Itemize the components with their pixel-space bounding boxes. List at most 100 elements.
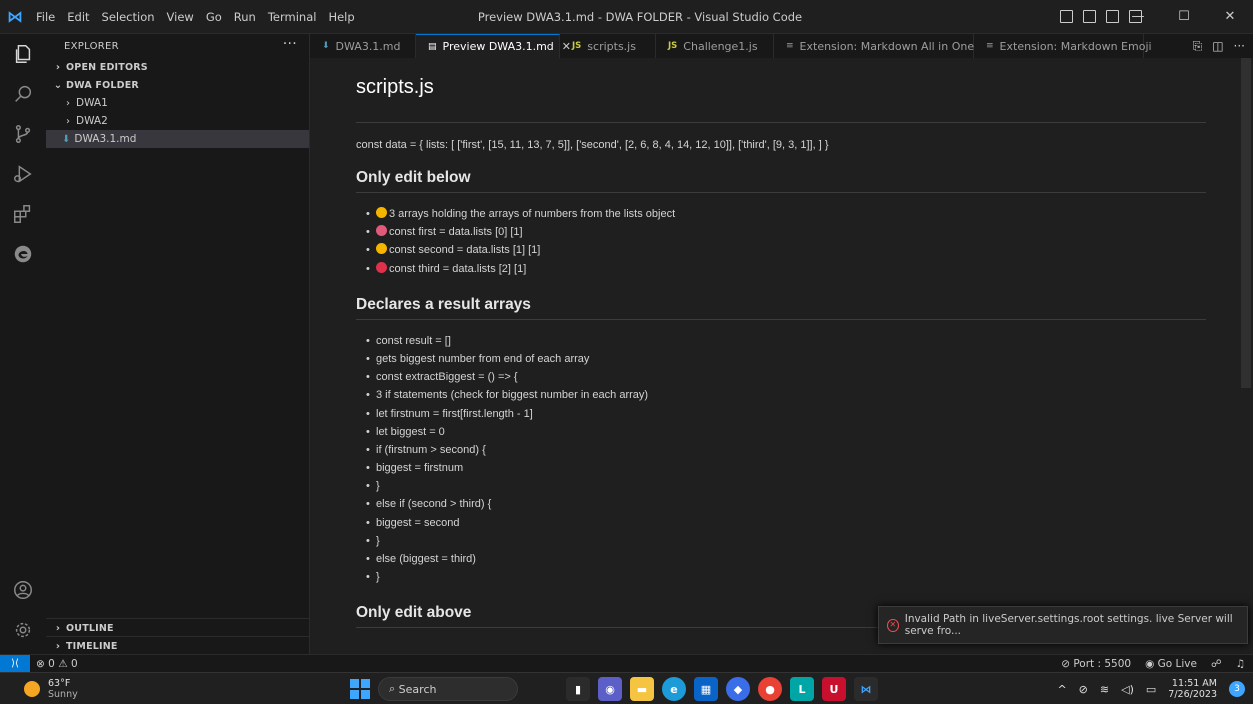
- tab-extension-markdown-emoji[interactable]: ≡ Extension: Markdown Emoji: [974, 34, 1152, 58]
- toggle-panel-icon[interactable]: [1083, 10, 1096, 23]
- menu-bar: File Edit Selection View Go Run Terminal…: [30, 0, 361, 34]
- remote-icon[interactable]: ⟩⟨: [0, 654, 30, 673]
- warning-count-icon: ⚠: [58, 657, 68, 670]
- warning-count: 0: [70, 657, 78, 670]
- volume-icon[interactable]: ◁): [1121, 683, 1134, 696]
- list-item: const second = data.lists [1] [1]: [366, 241, 1206, 259]
- activity-bar: [0, 34, 46, 654]
- go-live-button[interactable]: ◉ Go Live: [1145, 658, 1197, 670]
- tree-item-label: DWA2: [76, 115, 108, 127]
- timeline-section[interactable]: › TIMELINE: [46, 636, 310, 655]
- edge-devtools-icon[interactable]: [0, 234, 46, 274]
- search-label: Search: [398, 682, 437, 696]
- tab-dwa3-md[interactable]: ⬇ DWA3.1.md: [310, 34, 416, 58]
- menu-view[interactable]: View: [161, 0, 200, 34]
- emoji-icon: [376, 261, 387, 273]
- battery-icon[interactable]: ▭: [1146, 683, 1156, 696]
- tab-extension-markdown-all-in-one[interactable]: ≡ Extension: Markdown All in One: [774, 34, 974, 58]
- editor-tabs: ⬇ DWA3.1.md ▤ Preview DWA3.1.md ✕ JS scr…: [310, 34, 1253, 58]
- emoji-icon: [376, 243, 387, 255]
- more-actions-icon[interactable]: ···: [1234, 39, 1245, 53]
- list-item: let firstnum = first[first.length - 1]: [366, 405, 1206, 423]
- error-notification[interactable]: ✕ Invalid Path in liveServer.settings.ro…: [878, 606, 1248, 644]
- menu-go[interactable]: Go: [200, 0, 228, 34]
- open-editors-label: OPEN EDITORS: [66, 61, 148, 73]
- windows-taskbar: 63°F Sunny ⌕ Search ▮ ◉ ▬ e ▦ ◆ ● L U ⋈ …: [0, 672, 1253, 704]
- menu-help[interactable]: Help: [322, 0, 360, 34]
- outline-label: OUTLINE: [66, 622, 114, 634]
- chevron-right-icon: ›: [66, 115, 70, 127]
- list-item: 3 if statements (check for biggest numbe…: [366, 386, 1206, 404]
- open-editors-section[interactable]: › OPEN EDITORS: [46, 58, 309, 76]
- list-item-text: const first = data.lists [0] [1]: [389, 226, 523, 239]
- run-debug-icon[interactable]: [0, 154, 46, 194]
- markdown-file-icon: ⬇: [62, 133, 71, 145]
- notifications-bell-icon[interactable]: ♫: [1236, 658, 1245, 670]
- vscode-taskbar-icon[interactable]: ⋈: [854, 677, 878, 701]
- menu-terminal[interactable]: Terminal: [262, 0, 323, 34]
- tab-label: DWA3.1.md: [335, 39, 401, 53]
- chevron-up-icon[interactable]: ^: [1057, 683, 1066, 696]
- explorer-sidebar: EXPLORER ··· › OPEN EDITORS ⌄ DWA FOLDER…: [46, 34, 310, 654]
- file-explorer-icon[interactable]: ▬: [630, 677, 654, 701]
- app-icon[interactable]: ◆: [726, 677, 750, 701]
- mcafee-icon[interactable]: U: [822, 677, 846, 701]
- l-app-icon[interactable]: L: [790, 677, 814, 701]
- more-actions-icon[interactable]: ···: [283, 36, 297, 52]
- search-icon: ⌕: [389, 682, 399, 695]
- tab-preview-dwa3-md[interactable]: ▤ Preview DWA3.1.md ✕: [416, 34, 571, 58]
- notification-badge[interactable]: 3: [1229, 681, 1245, 697]
- problems-indicator[interactable]: ⊗ 0 ⚠ 0: [36, 658, 78, 670]
- list-result-steps: const result = []gets biggest number fro…: [356, 332, 1206, 587]
- close-window-button[interactable]: ✕: [1207, 0, 1253, 34]
- teams-chat-icon[interactable]: ◉: [598, 677, 622, 701]
- accounts-icon[interactable]: [0, 570, 46, 610]
- wifi-icon[interactable]: ≋: [1100, 683, 1109, 696]
- store-icon[interactable]: ▦: [694, 677, 718, 701]
- tab-scripts-js[interactable]: JS scripts.js: [560, 34, 656, 58]
- taskbar-search[interactable]: ⌕ Search: [378, 677, 518, 701]
- title-bar: ⋈ File Edit Selection View Go Run Termin…: [0, 0, 1253, 34]
- task-view-icon[interactable]: ▮: [566, 677, 590, 701]
- clock[interactable]: 11:51 AM 7/26/2023: [1168, 678, 1217, 700]
- list-item: }: [366, 477, 1206, 495]
- open-source-icon[interactable]: ⎘: [1193, 39, 1203, 54]
- menu-selection[interactable]: Selection: [96, 0, 161, 34]
- search-icon[interactable]: [0, 74, 46, 114]
- tree-item-dwa1[interactable]: › DWA1: [46, 94, 309, 112]
- maximize-button[interactable]: ☐: [1161, 0, 1207, 34]
- dwa-folder-section[interactable]: ⌄ DWA FOLDER: [46, 76, 309, 94]
- weather-condition: Sunny: [48, 689, 78, 700]
- explorer-icon[interactable]: [0, 34, 46, 74]
- tab-label: Extension: Markdown All in One: [799, 39, 975, 53]
- extensions-icon[interactable]: [0, 194, 46, 234]
- list-item: biggest = second: [366, 514, 1206, 532]
- minimize-button[interactable]: —: [1115, 0, 1161, 34]
- weather-widget[interactable]: 63°F Sunny: [24, 678, 78, 700]
- tree-item-dwa3-md[interactable]: ⬇ DWA3.1.md: [46, 130, 309, 148]
- js-icon: JS: [668, 41, 678, 51]
- list-arrays: 3 arrays holding the arrays of numbers f…: [356, 205, 1206, 278]
- tree-item-dwa2[interactable]: › DWA2: [46, 112, 309, 130]
- manage-gear-icon[interactable]: [0, 610, 46, 650]
- chrome-icon[interactable]: ●: [758, 677, 782, 701]
- menu-edit[interactable]: Edit: [61, 0, 95, 34]
- tab-challenge1-js[interactable]: JS Challenge1.js: [656, 34, 774, 58]
- scrollbar-thumb[interactable]: [1241, 58, 1251, 388]
- port-indicator[interactable]: ⊘ Port : 5500: [1061, 658, 1131, 670]
- tab-label: Preview DWA3.1.md: [442, 40, 554, 53]
- edge-browser-icon[interactable]: e: [662, 677, 686, 701]
- outline-section[interactable]: › OUTLINE: [46, 618, 310, 637]
- tab-label: Challenge1.js: [683, 39, 758, 53]
- menu-file[interactable]: File: [30, 0, 61, 34]
- source-control-icon[interactable]: [0, 114, 46, 154]
- list-item: }: [366, 532, 1206, 550]
- split-editor-icon[interactable]: ◫: [1212, 39, 1223, 53]
- windows-start-icon[interactable]: [350, 679, 370, 699]
- accounts-share-icon[interactable]: ☍: [1211, 658, 1222, 670]
- sync-off-icon[interactable]: ⊘: [1079, 683, 1088, 696]
- toggle-primary-sidebar-icon[interactable]: [1060, 10, 1073, 23]
- list-item: }: [366, 568, 1206, 586]
- menu-run[interactable]: Run: [228, 0, 262, 34]
- window-title: Preview DWA3.1.md - DWA FOLDER - Visual …: [477, 9, 803, 24]
